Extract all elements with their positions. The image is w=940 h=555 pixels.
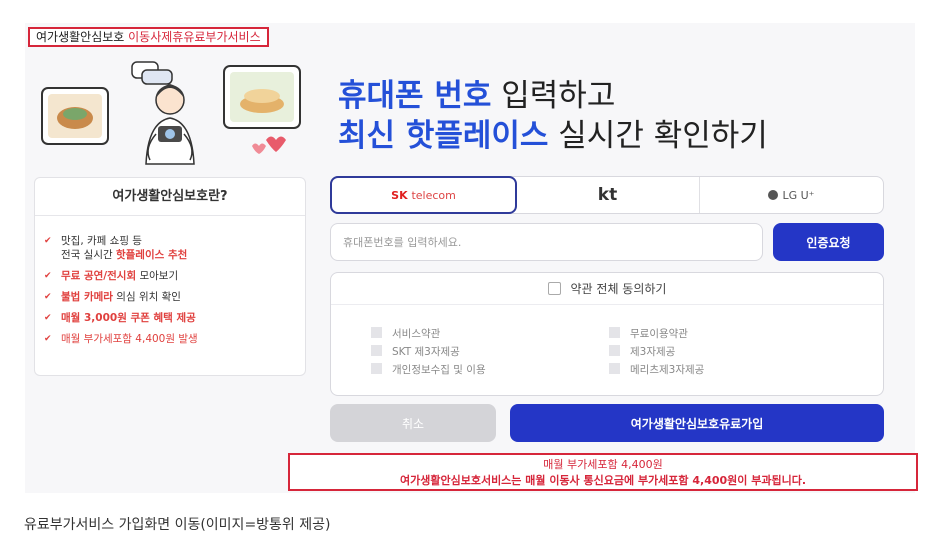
terms-checkbox[interactable] [371,363,382,374]
benefit-fee-text: 매월 부가세포함 4,400원 발생 [61,333,198,345]
terms-label: 무료이용약관 [630,328,688,340]
image-caption: 유료부가서비스 가입화면 이동(이미지=방통위 제공) [24,517,331,533]
lgu-label: LG U⁺ [782,188,815,202]
agree-all-label: 약관 전체 동의하기 [570,282,667,296]
service-label-box: 여가생활안심보호 이동사제휴유료부가서비스 [28,27,269,47]
terms-agreement-box: 약관 전체 동의하기 서비스약관 SKT 제3자제공 개인정보수집 및 이용 무… [330,272,884,396]
carrier-selector: SK telecom kt LG U⁺ [330,176,884,214]
benefit-highlight: 매월 3,000원 쿠폰 혜택 제공 [61,312,196,324]
terms-item-skt-third-party[interactable]: SKT 제3자제공 [371,343,486,361]
fee-notice-line1: 매월 부가세포함 4,400원 [543,458,663,471]
terms-list-left: 서비스약관 SKT 제3자제공 개인정보수집 및 이용 [371,325,486,379]
phone-number-input[interactable] [330,223,763,261]
headline-rest-2: 실시간 확인하기 [548,118,768,154]
person-with-camera-icon [145,84,195,165]
fee-notice-box: 매월 부가세포함 4,400원 여가생활안심보호서비스는 매월 이동사 통신요금… [288,453,918,491]
headline-accent-phone: 휴대폰 번호 [338,78,492,114]
benefit-highlight: 핫플레이스 추천 [115,249,188,261]
terms-checkbox[interactable] [371,327,382,338]
skt-logo-icon: SK telecom [391,189,456,202]
hero-illustration [41,61,301,165]
terms-checkbox[interactable] [609,327,620,338]
skt-sub: telecom [411,188,456,202]
join-button[interactable]: 여가생활안심보호유료가입 [510,404,884,442]
terms-checkbox[interactable] [609,363,620,374]
headline-line1: 휴대폰 번호 입력하고 [338,76,768,116]
kt-logo-icon: kt [597,185,618,205]
benefit-text: 의심 위치 확인 [112,291,181,303]
terms-item-free-use[interactable]: 무료이용약관 [609,325,704,343]
benefit-highlight: 불법 카메라 [61,291,113,303]
benefit-item-camera: 불법 카메라 의심 위치 확인 [44,290,305,304]
tab-lgu[interactable]: LG U⁺ [700,177,883,213]
benefit-text: 모아보기 [136,270,179,282]
speech-bubble-icon [131,61,173,85]
terms-item-meritz-third-party[interactable]: 메리츠제3자제공 [609,361,704,379]
terms-item-third-party[interactable]: 제3자제공 [609,343,704,361]
benefit-item-fee: 매월 부가세포함 4,400원 발생 [44,332,305,346]
cancel-button[interactable]: 취소 [330,404,496,442]
benefit-item-hotplace: 맛집, 카페 쇼핑 등 전국 실시간 핫플레이스 추천 [44,234,305,262]
terms-item-service[interactable]: 서비스약관 [371,325,486,343]
skt-brand: SK [391,188,408,202]
benefit-item-exhibition: 무료 공연/전시회 모아보기 [44,269,305,283]
agree-all-row[interactable]: 약관 전체 동의하기 [331,273,883,305]
headline-accent-hotplace: 최신 핫플레이스 [338,118,549,154]
page-headline: 휴대폰 번호 입력하고 최신 핫플레이스 실시간 확인하기 [338,76,768,156]
terms-label: 서비스약관 [392,328,441,340]
benefit-text: 맛집, 카페 쇼핑 등 [61,235,142,247]
food-photo-card-right [223,65,301,129]
food-photo-card-left [41,87,109,145]
terms-checkbox[interactable] [371,345,382,356]
lgu-dot-icon [768,189,779,200]
benefit-list: 맛집, 카페 쇼핑 등 전국 실시간 핫플레이스 추천 무료 공연/전시회 모아… [35,216,305,346]
service-label-type: 이동사제휴유료부가서비스 [128,30,261,44]
heart-icons [252,136,286,154]
benefit-highlight: 무료 공연/전시회 [61,270,137,282]
service-info-card: 여가생활안심보호란? 맛집, 카페 쇼핑 등 전국 실시간 핫플레이스 추천 무… [34,177,306,376]
terms-item-privacy[interactable]: 개인정보수집 및 이용 [371,361,486,379]
service-label-name: 여가생활안심보호 [36,30,129,44]
terms-label: 개인정보수집 및 이용 [392,364,486,376]
lgu-logo-icon: LG U⁺ [768,188,815,202]
benefit-text: 전국 실시간 [61,249,116,261]
terms-label: 메리츠제3자제공 [630,364,705,376]
tab-skt[interactable]: SK telecom [330,176,517,214]
info-card-title: 여가생활안심보호란? [35,178,305,216]
benefit-item-coupon: 매월 3,000원 쿠폰 혜택 제공 [44,311,305,325]
terms-label: SKT 제3자제공 [392,346,460,358]
terms-checkbox[interactable] [609,345,620,356]
headline-rest-1: 입력하고 [491,78,616,114]
terms-label: 제3자제공 [630,346,676,358]
agree-all-checkbox[interactable] [547,282,561,295]
tab-kt[interactable]: kt [516,177,700,213]
request-verification-button[interactable]: 인증요청 [773,223,884,261]
headline-line2: 최신 핫플레이스 실시간 확인하기 [338,116,768,156]
terms-list-right: 무료이용약관 제3자제공 메리츠제3자제공 [609,325,704,379]
fee-notice-line2: 여가생활안심보호서비스는 매월 이동사 통신요금에 부가세포함 4,400원이 … [399,474,807,487]
